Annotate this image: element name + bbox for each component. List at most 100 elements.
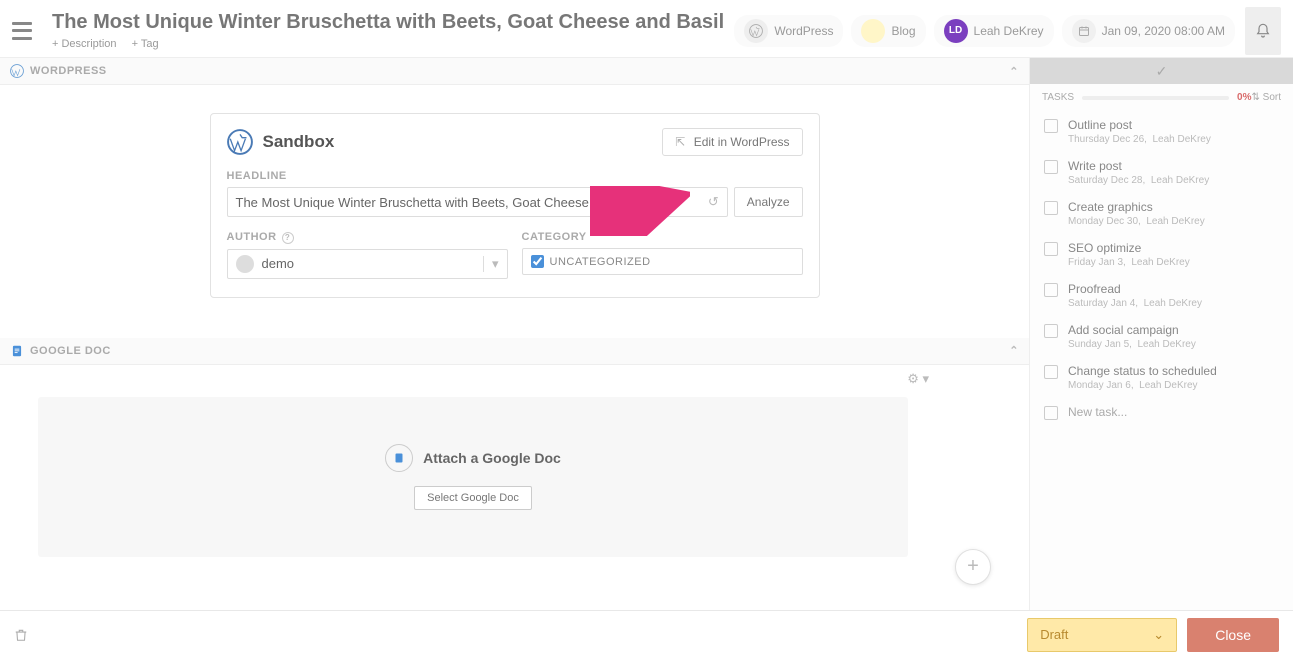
- task-checkbox[interactable]: [1044, 283, 1058, 297]
- task-date: Monday Dec 30, Leah DeKrey: [1068, 216, 1281, 227]
- tasks-header[interactable]: ✓: [1030, 58, 1293, 84]
- task-item[interactable]: Write postSaturday Dec 28, Leah DeKrey: [1030, 152, 1293, 193]
- title-block: The Most Unique Winter Bruschetta with B…: [52, 11, 734, 50]
- collapse-icon[interactable]: ⌃: [1009, 344, 1019, 357]
- task-item[interactable]: Proofread Saturday Jan 4, Leah DeKrey: [1030, 275, 1293, 316]
- main-content: WORDPRESS ⌃ Sandbox ⇱ Edit in WordPress …: [0, 58, 1293, 610]
- tasks-sidebar: ✓ TASKS 0% ⇅ Sort Outline postThursday D…: [1029, 58, 1293, 610]
- add-tag-link[interactable]: + Tag: [132, 38, 159, 50]
- new-task-row[interactable]: New task...: [1030, 398, 1293, 427]
- blog-pill-label: Blog: [891, 24, 915, 38]
- task-checkbox[interactable]: [1044, 119, 1058, 133]
- category-col: CATEGORY UNCATEGORIZED: [522, 231, 803, 279]
- author-category-row: AUTHOR? demo ▾ CATEGORY UNCATEGORIZED: [227, 231, 803, 279]
- chevron-down-icon: ⌄: [1153, 627, 1164, 643]
- user-pill-label: Leah DeKrey: [974, 24, 1044, 38]
- task-checkbox[interactable]: [1044, 160, 1058, 174]
- wordpress-card: Sandbox ⇱ Edit in WordPress HEADLINE The…: [210, 113, 820, 298]
- task-checkbox[interactable]: [1044, 324, 1058, 338]
- gear-icon[interactable]: ⚙ ▾: [907, 371, 929, 387]
- task-item[interactable]: Outline postThursday Dec 26, Leah DeKrey: [1030, 111, 1293, 152]
- task-item[interactable]: SEO optimize Friday Jan 3, Leah DeKrey: [1030, 234, 1293, 275]
- left-column: WORDPRESS ⌃ Sandbox ⇱ Edit in WordPress …: [0, 58, 1029, 610]
- task-checkbox[interactable]: [1044, 365, 1058, 379]
- googledoc-icon: [10, 344, 24, 358]
- task-item[interactable]: Add social campaign Sunday Jan 5, Leah De…: [1030, 316, 1293, 357]
- user-avatar-icon: LD: [944, 19, 968, 43]
- notifications-button[interactable]: [1245, 7, 1281, 55]
- status-select[interactable]: Draft ⌄: [1027, 618, 1177, 652]
- close-button[interactable]: Close: [1187, 618, 1279, 652]
- tasks-label: TASKS: [1042, 92, 1074, 103]
- date-pill[interactable]: Jan 09, 2020 08:00 AM: [1062, 15, 1235, 47]
- edit-in-wordpress-button[interactable]: ⇱ Edit in WordPress: [662, 128, 802, 156]
- task-date: Friday Jan 3, Leah DeKrey: [1068, 257, 1281, 268]
- headline-input[interactable]: The Most Unique Winter Bruschetta with B…: [227, 187, 728, 217]
- attach-googledoc-label: Attach a Google Doc: [423, 450, 561, 466]
- tasks-progress-bar: [1082, 96, 1229, 100]
- status-value: Draft: [1040, 627, 1068, 642]
- task-item[interactable]: Change status to scheduledMonday Jan 6, …: [1030, 357, 1293, 398]
- googledoc-panel: ⚙ ▾ Attach a Google Doc Select Google Do…: [0, 365, 1029, 597]
- task-name: Outline post: [1068, 118, 1281, 132]
- wordpress-pill[interactable]: WordPress: [734, 15, 843, 47]
- tasks-list: Outline postThursday Dec 26, Leah DeKrey…: [1030, 111, 1293, 398]
- googledoc-section-label: GOOGLE DOC: [30, 345, 111, 357]
- category-box[interactable]: UNCATEGORIZED: [522, 248, 803, 275]
- task-name: Create graphics: [1068, 200, 1281, 214]
- headline-row: The Most Unique Winter Bruschetta with B…: [227, 187, 803, 217]
- user-pill[interactable]: LD Leah DeKrey: [934, 15, 1054, 47]
- topbar: The Most Unique Winter Bruschetta with B…: [0, 0, 1293, 58]
- footer-right: Draft ⌄ Close: [1027, 618, 1279, 652]
- task-date: Saturday Jan 4, Leah DeKrey: [1068, 298, 1281, 309]
- wordpress-card-header: Sandbox ⇱ Edit in WordPress: [227, 128, 803, 156]
- menu-icon[interactable]: [12, 22, 32, 40]
- category-value: UNCATEGORIZED: [550, 256, 651, 268]
- wordpress-card-title: Sandbox: [263, 132, 335, 152]
- wordpress-section-header: WORDPRESS ⌃: [0, 58, 1029, 85]
- task-name: Add social campaign: [1068, 323, 1281, 337]
- new-task-label: New task...: [1068, 405, 1281, 419]
- sort-button[interactable]: ⇅ Sort: [1251, 92, 1281, 103]
- author-select[interactable]: demo ▾: [227, 249, 508, 279]
- headline-value: The Most Unique Winter Bruschetta with B…: [236, 195, 646, 210]
- author-value: demo: [262, 256, 295, 271]
- task-date: Sunday Jan 5, Leah DeKrey: [1068, 339, 1281, 350]
- date-pill-label: Jan 09, 2020 08:00 AM: [1102, 24, 1225, 38]
- help-icon[interactable]: ?: [282, 232, 294, 244]
- footer: Draft ⌄ Close: [0, 610, 1293, 658]
- title-actions: + Description + Tag: [52, 38, 734, 50]
- task-name: Proofread: [1068, 282, 1281, 296]
- tasks-percent: 0%: [1237, 92, 1251, 103]
- wordpress-icon: [744, 19, 768, 43]
- trash-icon: [14, 627, 28, 643]
- page-title[interactable]: The Most Unique Winter Bruschetta with B…: [52, 11, 734, 34]
- tasks-meta: TASKS 0% ⇅ Sort: [1030, 84, 1293, 111]
- headline-label: HEADLINE: [227, 170, 803, 182]
- task-date: Monday Jan 6, Leah DeKrey: [1068, 380, 1281, 391]
- bell-icon: [1255, 22, 1271, 40]
- task-checkbox[interactable]: [1044, 406, 1058, 420]
- edit-in-wordpress-label: Edit in WordPress: [694, 135, 790, 149]
- task-checkbox[interactable]: [1044, 201, 1058, 215]
- task-name: Write post: [1068, 159, 1281, 173]
- add-description-link[interactable]: + Description: [52, 38, 117, 50]
- task-name: SEO optimize: [1068, 241, 1281, 255]
- blog-pill[interactable]: Blog: [851, 15, 925, 47]
- trash-button[interactable]: [14, 627, 28, 643]
- category-label: CATEGORY: [522, 231, 803, 243]
- attach-googledoc-row: Attach a Google Doc: [385, 444, 561, 472]
- add-section-button[interactable]: +: [955, 549, 991, 585]
- googledoc-section-header: GOOGLE DOC ⌃: [0, 338, 1029, 365]
- analyze-button[interactable]: Analyze: [734, 187, 803, 217]
- chevron-down-icon: ▾: [483, 256, 499, 272]
- author-avatar-icon: [236, 255, 254, 273]
- collapse-icon[interactable]: ⌃: [1009, 65, 1019, 78]
- wordpress-icon: [227, 129, 253, 155]
- category-checkbox[interactable]: [531, 255, 544, 268]
- author-col: AUTHOR? demo ▾: [227, 231, 508, 279]
- task-item[interactable]: Create graphics Monday Dec 30, Leah DeKre…: [1030, 193, 1293, 234]
- task-checkbox[interactable]: [1044, 242, 1058, 256]
- history-icon[interactable]: ↺: [708, 194, 719, 210]
- select-googledoc-button[interactable]: Select Google Doc: [414, 486, 532, 510]
